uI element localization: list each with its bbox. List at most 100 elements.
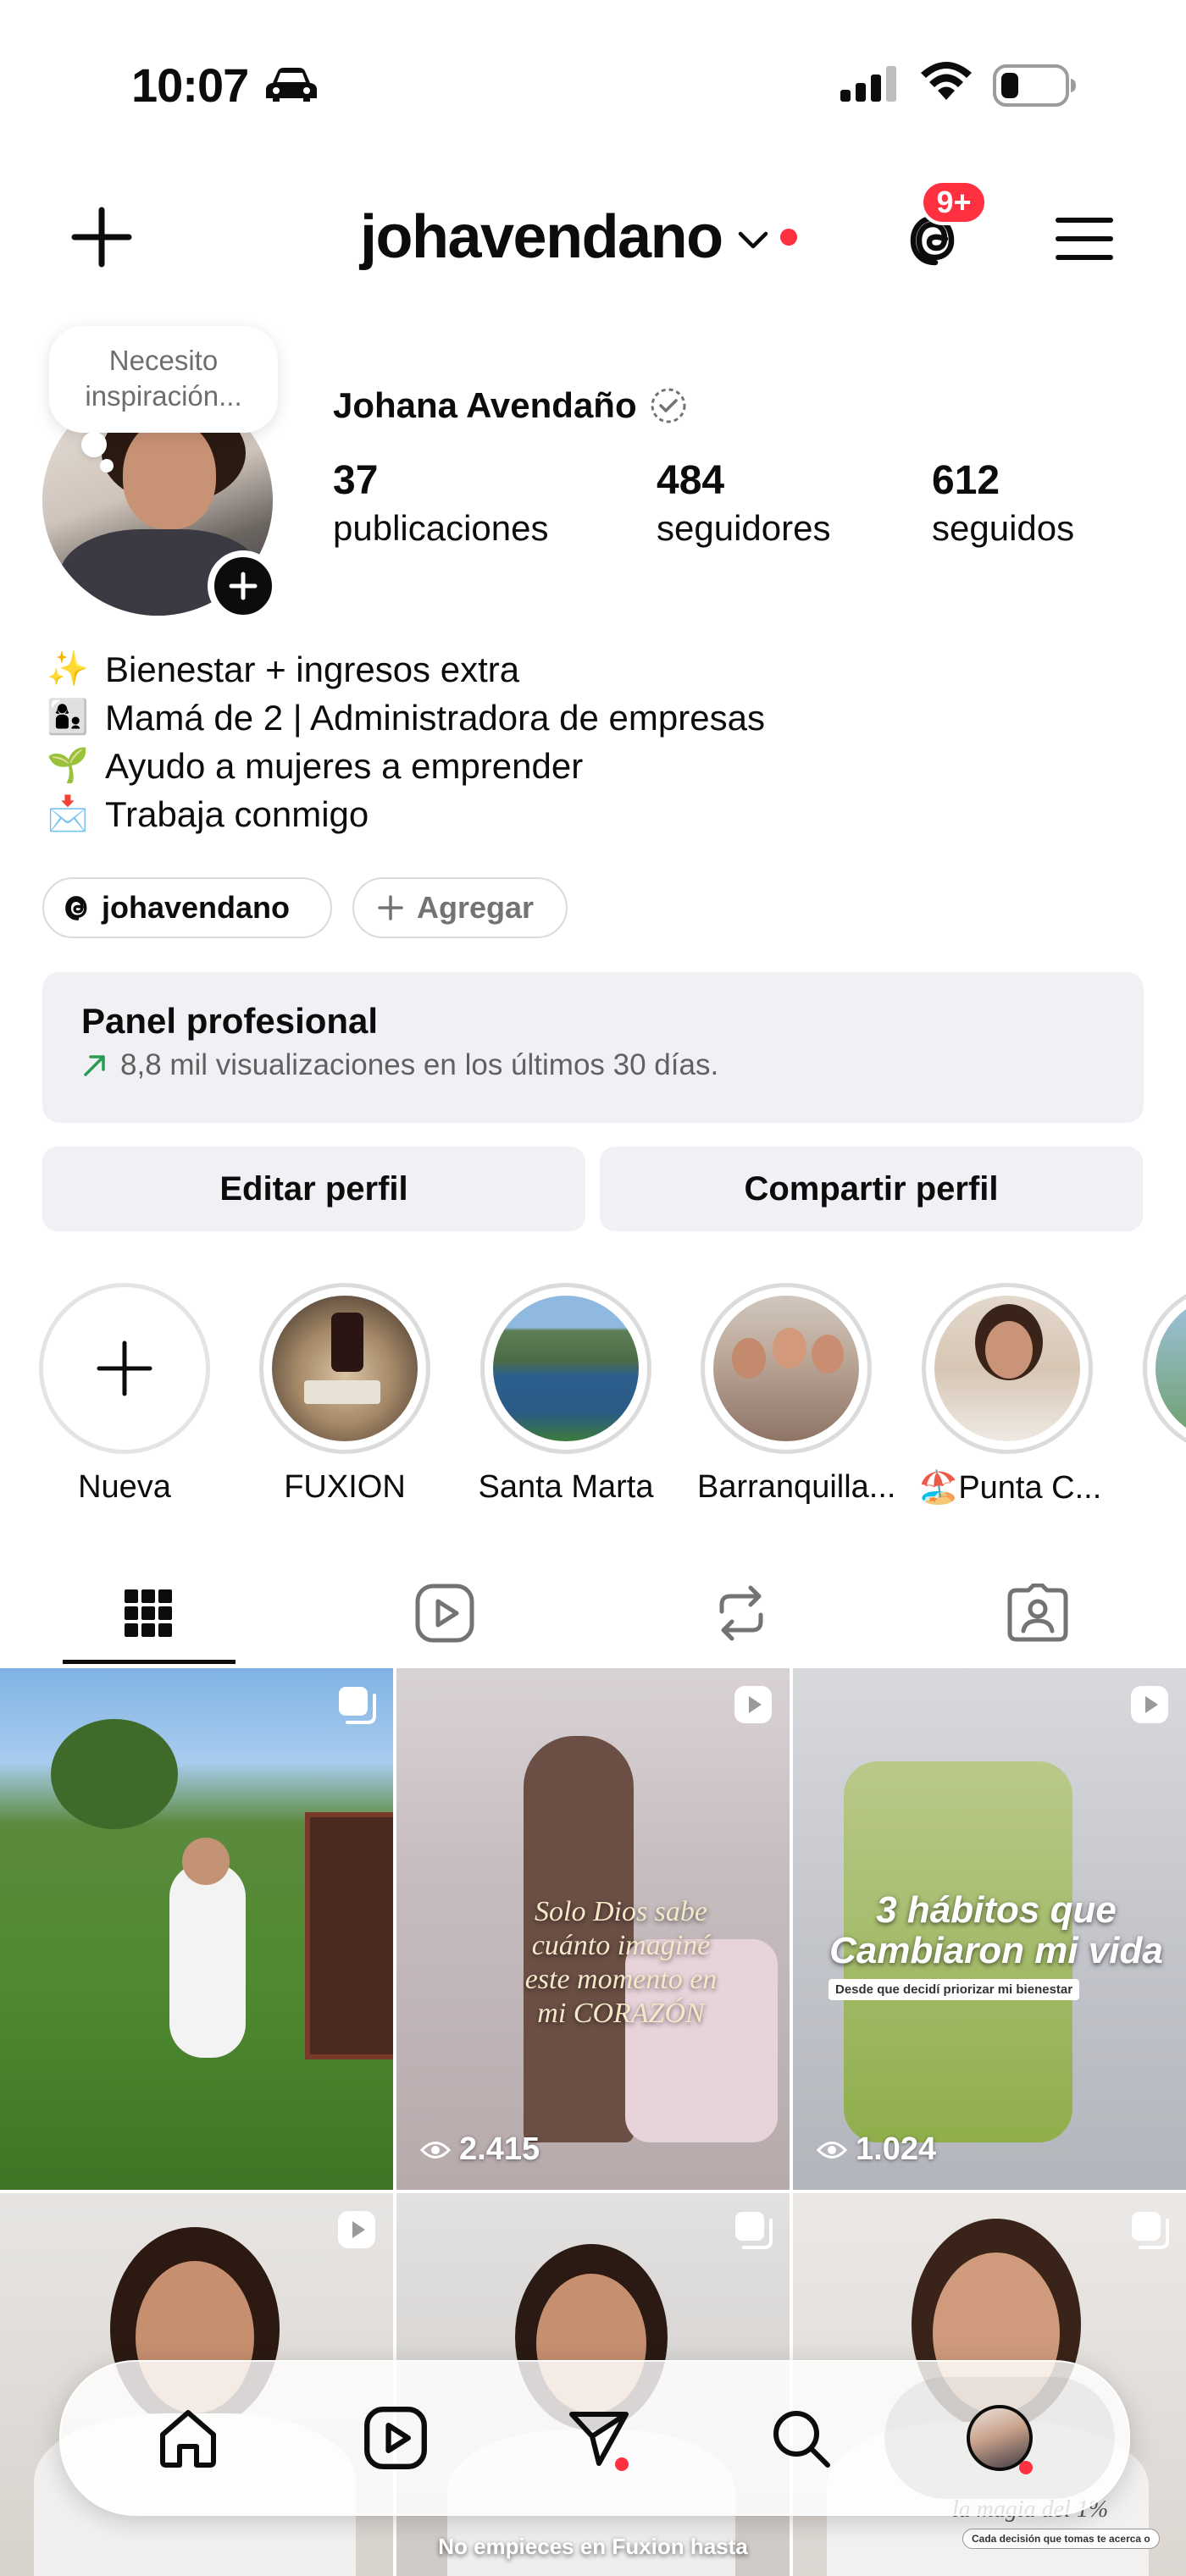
bottom-navigation xyxy=(59,2360,1130,2516)
profile-unread-dot xyxy=(1019,2461,1033,2474)
plus-icon xyxy=(229,572,258,600)
reel-icon xyxy=(1131,1686,1168,1723)
highlight-cover xyxy=(272,1296,418,1441)
highlight-partial[interactable] xyxy=(1139,1283,1186,1454)
highlight-santa-marta[interactable]: Santa Marta xyxy=(477,1283,655,1506)
highlight-barranquilla[interactable]: Barranquilla... xyxy=(697,1283,896,1506)
grid-icon xyxy=(125,1589,172,1637)
car-icon xyxy=(266,68,317,102)
reels-icon xyxy=(364,2407,427,2469)
messages-unread-dot xyxy=(615,2457,629,2471)
highlight-cover xyxy=(1156,1296,1186,1441)
verified-pending-icon[interactable] xyxy=(649,386,688,425)
seedling-emoji: 🌱 xyxy=(47,747,89,784)
username: johavendano xyxy=(360,203,723,271)
signal-icon xyxy=(840,66,896,102)
sparkles-emoji: ✨ xyxy=(47,650,89,688)
highlight-fuxion[interactable]: FUXION xyxy=(256,1283,434,1506)
add-story-button[interactable] xyxy=(208,550,279,622)
reels-icon xyxy=(415,1584,474,1643)
bio-line: 🌱 Ayudo a mujeres a emprender xyxy=(44,742,765,790)
bio-text: Bienestar + ingresos extra xyxy=(105,650,520,689)
post-overlay-subtitle: Cada decisión que tomas te acerca o xyxy=(962,2529,1160,2549)
battery-icon xyxy=(993,64,1076,107)
highlight-label: 🏖️Punta C... xyxy=(918,1470,1102,1506)
nav-search[interactable] xyxy=(762,2400,839,2476)
tab-reposts[interactable] xyxy=(703,1575,779,1651)
stat-following-value: 612 xyxy=(932,458,1000,503)
status-time: 10:07 xyxy=(131,58,249,112)
stat-followers-label: seguidores xyxy=(657,508,831,548)
carousel-icon xyxy=(735,2212,773,2249)
add-link-label: Agregar xyxy=(417,890,535,925)
wifi-icon xyxy=(921,62,972,100)
stat-followers[interactable]: 484 seguidores xyxy=(657,456,830,550)
highlight-punta-cana[interactable]: 🏖️Punta C... xyxy=(918,1283,1102,1506)
edit-profile-button[interactable]: Editar perfil xyxy=(42,1147,585,1231)
create-icon[interactable] xyxy=(68,203,136,271)
search-icon xyxy=(773,2411,830,2468)
highlight-label: FUXION xyxy=(284,1469,406,1505)
reel-icon xyxy=(338,2211,375,2248)
nav-profile[interactable] xyxy=(962,2400,1038,2476)
tab-posts[interactable] xyxy=(110,1575,186,1651)
bio-line: ✨ Bienestar + ingresos extra xyxy=(44,645,765,694)
plus-icon xyxy=(97,1341,152,1396)
reel-icon xyxy=(734,1686,772,1723)
bio-text: Ayudo a mujeres a emprender xyxy=(105,746,584,786)
stat-followers-value: 484 xyxy=(657,458,725,503)
stat-following-label: seguidos xyxy=(932,508,1075,548)
highlight-cover xyxy=(493,1296,639,1441)
nav-home[interactable] xyxy=(150,2400,226,2476)
professional-dashboard[interactable]: Panel profesional 8,8 mil visualizacione… xyxy=(42,972,1144,1123)
account-switcher[interactable]: johavendano xyxy=(360,196,797,278)
full-name-row: Johana Avendaño xyxy=(333,385,688,426)
post-tile[interactable]: Solo Dios sabe cuánto imaginé este momen… xyxy=(396,1668,790,2190)
stat-following[interactable]: 612 seguidos xyxy=(932,456,1074,550)
stat-posts-value: 37 xyxy=(333,458,379,503)
share-profile-button[interactable]: Compartir perfil xyxy=(600,1147,1143,1231)
bio-text: Trabaja conmigo xyxy=(105,794,369,834)
post-tile[interactable]: 3 hábitos que Cambiaron mi vida Desde qu… xyxy=(793,1668,1186,2190)
dashboard-subtitle: 8,8 mil visualizaciones en los últimos 3… xyxy=(120,1048,719,1081)
stat-posts[interactable]: 37 publicaciones xyxy=(333,456,549,550)
highlight-new[interactable]: Nueva xyxy=(36,1283,213,1506)
threads-profile-link[interactable]: johavendano xyxy=(42,877,332,938)
dashboard-title: Panel profesional xyxy=(81,1001,379,1041)
note-bubble-tail xyxy=(81,432,107,457)
nav-reels[interactable] xyxy=(357,2400,434,2476)
mother-child-emoji: 👩‍👦 xyxy=(47,699,89,736)
highlight-label: Nueva xyxy=(78,1469,171,1505)
unread-dot xyxy=(779,229,797,246)
dashboard-subtitle-row: 8,8 mil visualizaciones en los últimos 3… xyxy=(81,1048,1144,1082)
carousel-icon xyxy=(339,1687,376,1724)
highlight-label: Barranquilla... xyxy=(697,1469,896,1505)
highlight-cover xyxy=(934,1296,1080,1441)
post-overlay-text: No empieces en Fuxion hasta xyxy=(438,2534,748,2559)
post-overlay-text: Solo Dios sabe cuánto imaginé este momen… xyxy=(524,1896,718,2029)
add-link-button[interactable]: Agregar xyxy=(352,877,568,938)
bio: ✨ Bienestar + ingresos extra 👩‍👦 Mamá de… xyxy=(44,645,765,838)
status-bar: 10:07 xyxy=(0,0,1186,169)
profile-note[interactable]: Necesito inspiración... xyxy=(49,326,278,433)
views-count-row: 1.024 xyxy=(817,2131,936,2168)
post-overlay-subtitle: Desde que decidí priorizar mi bienestar xyxy=(829,1979,1080,2000)
full-name: Johana Avendaño xyxy=(333,385,637,425)
tab-tagged[interactable] xyxy=(1000,1575,1076,1651)
nav-messages[interactable] xyxy=(561,2400,637,2476)
home-icon xyxy=(160,2410,216,2468)
envelope-emoji: 📩 xyxy=(47,795,89,832)
bio-line: 👩‍👦 Mamá de 2 | Administradora de empres… xyxy=(44,694,765,742)
bio-line: 📩 Trabaja conmigo xyxy=(44,790,765,838)
stat-posts-label: publicaciones xyxy=(333,508,549,548)
bio-text: Mamá de 2 | Administradora de empresas xyxy=(105,698,765,738)
post-tile[interactable] xyxy=(0,1668,393,2190)
carousel-icon xyxy=(1132,2212,1169,2249)
profile-screen: 10:07 johavendano 9+ Necesito inspiració… xyxy=(0,0,1186,2576)
views-count-row: 2.415 xyxy=(420,2131,540,2168)
note-bubble-tail-small xyxy=(100,459,114,473)
menu-icon[interactable] xyxy=(1055,213,1114,264)
profile-header: johavendano 9+ xyxy=(0,180,1186,288)
eye-icon xyxy=(420,2141,451,2159)
tab-reels[interactable] xyxy=(407,1575,483,1651)
